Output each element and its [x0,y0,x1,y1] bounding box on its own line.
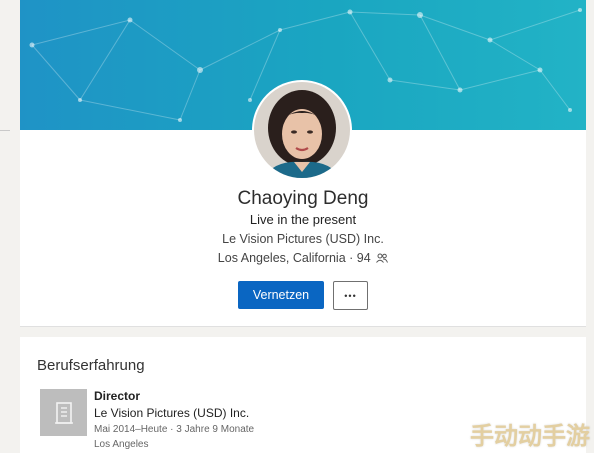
profile-headline: Live in the present [249,212,357,227]
job-company[interactable]: Le Vision Pictures (USD) Inc. [94,406,249,420]
company-logo[interactable] [40,389,87,436]
profile-photo [254,82,350,178]
profile-company: Le Vision Pictures (USD) Inc. [222,232,384,246]
avatar[interactable] [254,82,350,178]
divider [0,130,10,131]
more-options-button[interactable]: ••• [333,281,368,310]
building-icon [54,401,73,424]
job-title[interactable]: Director [94,389,140,403]
section-title-experience: Berufserfahrung [37,357,145,374]
job-location: Los Angeles [94,439,149,450]
more-icon: ••• [344,290,357,301]
connections-icon [376,252,389,266]
profile-location: Los Angeles, California [217,251,346,265]
profile-name: Chaoying Deng [237,188,369,209]
profile-location-line: Los Angeles, California · 94 [20,251,586,266]
watermark: 手动动手游 [470,422,590,450]
separator: · [349,251,354,265]
connections-count[interactable]: 94 [357,251,371,265]
job-dates: Mai 2014–Heute · 3 Jahre 9 Monate [94,424,255,435]
connect-button[interactable]: Vernetzen [238,281,324,309]
